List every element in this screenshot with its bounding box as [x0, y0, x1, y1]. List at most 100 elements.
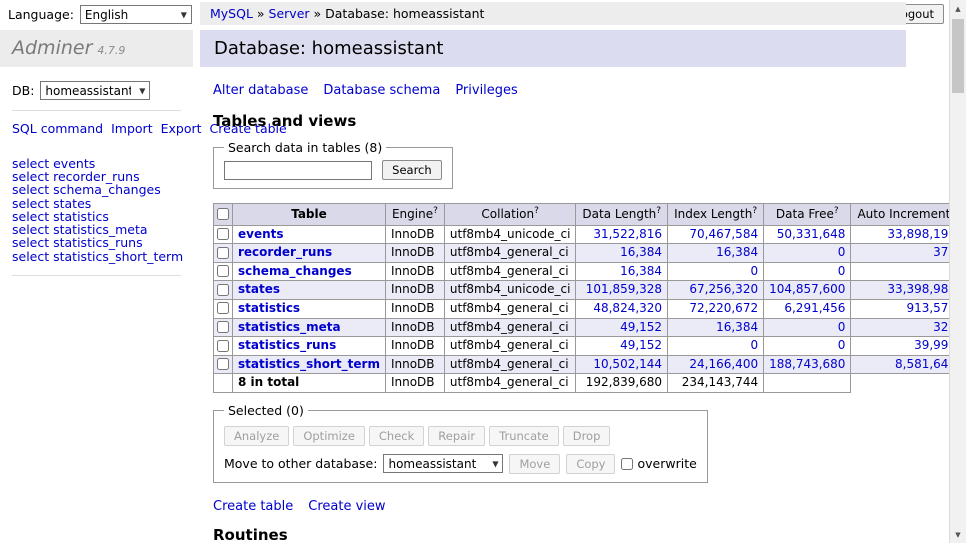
table-name-link[interactable]: schema_changes — [238, 264, 352, 278]
table-name-link[interactable]: statistics_short_term — [238, 357, 380, 371]
data-free-link[interactable]: 50,331,648 — [777, 227, 846, 241]
sidebar-table-link[interactable]: select statistics — [12, 210, 181, 223]
data-length-link[interactable]: 101,859,328 — [586, 282, 662, 296]
table-name-link[interactable]: states — [238, 282, 280, 296]
sidebar-table-link[interactable]: select statistics_meta — [12, 223, 181, 236]
data-free-link[interactable]: 104,857,600 — [769, 282, 845, 296]
sidebar-table-link[interactable]: select states — [12, 197, 181, 210]
table-name-link[interactable]: statistics — [238, 301, 300, 315]
data-length-cell: 101,859,328 — [576, 281, 668, 300]
sidebar-table-link[interactable]: select statistics_runs — [12, 236, 181, 249]
data-length-link[interactable]: 16,384 — [620, 245, 662, 259]
move-row: Move to other database: homeassistant ▼ … — [224, 454, 697, 474]
data-free-link[interactable]: 0 — [838, 264, 846, 278]
sidebar-table-link[interactable]: select statistics_short_term — [12, 250, 181, 263]
check-button[interactable]: Check — [369, 426, 424, 446]
data-length-link[interactable]: 16,384 — [620, 264, 662, 278]
index-length-link[interactable]: 0 — [750, 264, 758, 278]
auto-increment-cell: 39,999 — [851, 337, 962, 356]
data-length-link[interactable]: 49,152 — [620, 320, 662, 334]
data-length-link[interactable]: 49,152 — [620, 338, 662, 352]
table-name-link[interactable]: statistics_runs — [238, 338, 336, 352]
link-database-schema[interactable]: Database schema — [323, 83, 440, 98]
menu-link-export[interactable]: Export — [161, 121, 202, 136]
table-name-link[interactable]: statistics_meta — [238, 320, 341, 334]
table-name-cell: recorder_runs — [233, 244, 386, 263]
scroll-up-icon[interactable]: ▲ — [950, 0, 966, 17]
drop-button[interactable]: Drop — [563, 426, 611, 446]
data-free-link[interactable]: 0 — [838, 245, 846, 259]
auto-increment-cell: 6 — [851, 262, 962, 281]
language-label: Language: — [8, 7, 74, 22]
optimize-button[interactable]: Optimize — [293, 426, 365, 446]
index-length-link[interactable]: 24,166,400 — [689, 357, 758, 371]
move-db-select[interactable]: homeassistant — [383, 454, 503, 473]
scrollbar-thumb[interactable] — [952, 19, 964, 93]
analyze-button[interactable]: Analyze — [224, 426, 289, 446]
row-checkbox[interactable] — [217, 228, 229, 240]
index-length-link[interactable]: 72,220,672 — [689, 301, 758, 315]
total-data-free-cell — [764, 374, 851, 393]
scroll-down-icon[interactable]: ▼ — [950, 526, 966, 543]
data-free-link[interactable]: 6,291,456 — [784, 301, 845, 315]
data-free-link[interactable]: 0 — [838, 338, 846, 352]
sidebar-table-link[interactable]: select events — [12, 157, 181, 170]
data-free-link[interactable]: 188,743,680 — [769, 357, 845, 371]
link-create-view[interactable]: Create view — [308, 499, 385, 514]
index-length-link[interactable]: 16,384 — [716, 320, 758, 334]
index-length-cell: 70,467,584 — [668, 225, 764, 244]
link-privileges[interactable]: Privileges — [455, 83, 518, 98]
move-button[interactable]: Move — [509, 454, 560, 474]
data-free-link[interactable]: 0 — [838, 320, 846, 334]
data-length-link[interactable]: 48,824,320 — [593, 301, 662, 315]
data-length-link[interactable]: 10,502,144 — [593, 357, 662, 371]
index-length-link[interactable]: 0 — [750, 338, 758, 352]
tables-list-head: TableEngine?Collation?Data Length?Index … — [214, 204, 966, 226]
breadcrumb-link[interactable]: MySQL — [210, 6, 253, 21]
truncate-button[interactable]: Truncate — [489, 426, 559, 446]
copy-button[interactable]: Copy — [566, 454, 615, 474]
data-length-link[interactable]: 31,522,816 — [593, 227, 662, 241]
row-checkbox[interactable] — [217, 358, 229, 370]
menu-link-sql-command[interactable]: SQL command — [12, 121, 103, 136]
auto-increment-link[interactable]: 33,898,196 — [887, 227, 956, 241]
table-name-link[interactable]: recorder_runs — [238, 245, 332, 259]
help-icon[interactable]: ? — [752, 206, 757, 216]
repair-button[interactable]: Repair — [428, 426, 485, 446]
db-select[interactable]: homeassistant — [40, 81, 150, 100]
link-alter-database[interactable]: Alter database — [213, 83, 308, 98]
row-checkbox[interactable] — [217, 302, 229, 314]
table-name-link[interactable]: events — [238, 227, 284, 241]
select-all-checkbox[interactable] — [217, 208, 229, 220]
column-header-data-free: Data Free? — [764, 204, 851, 226]
row-checkbox[interactable] — [217, 247, 229, 259]
sidebar-table-link[interactable]: select schema_changes — [12, 183, 181, 196]
row-checkbox[interactable] — [217, 284, 229, 296]
row-checkbox[interactable] — [217, 265, 229, 277]
scrollbar[interactable]: ▲ ▼ — [949, 0, 966, 543]
auto-increment-link[interactable]: 8,581,645 — [895, 357, 956, 371]
help-icon[interactable]: ? — [534, 206, 539, 216]
help-icon[interactable]: ? — [656, 206, 661, 216]
help-icon[interactable]: ? — [834, 206, 839, 216]
index-length-link[interactable]: 70,467,584 — [689, 227, 758, 241]
language-select[interactable]: English — [80, 5, 192, 24]
row-checkbox[interactable] — [217, 340, 229, 352]
overwrite-checkbox[interactable] — [621, 458, 633, 470]
table-name-cell: statistics_short_term — [233, 355, 386, 374]
help-icon[interactable]: ? — [433, 206, 438, 216]
sidebar-table-link[interactable]: select recorder_runs — [12, 170, 181, 183]
search-input[interactable] — [224, 161, 372, 180]
menu-link-import[interactable]: Import — [111, 121, 153, 136]
breadcrumb: MySQL » Server » Database: homeassistant — [200, 2, 906, 25]
breadcrumb-link[interactable]: Server — [269, 6, 310, 21]
row-checkbox[interactable] — [217, 321, 229, 333]
checkbox-cell — [214, 281, 233, 300]
link-create-table[interactable]: Create table — [213, 499, 293, 514]
collation-cell: utf8mb4_general_ci — [444, 318, 576, 337]
index-length-link[interactable]: 67,256,320 — [689, 282, 758, 296]
table-row: statistics_runsInnoDButf8mb4_general_ci4… — [214, 337, 966, 356]
index-length-link[interactable]: 16,384 — [716, 245, 758, 259]
auto-increment-link[interactable]: 33,398,984 — [887, 282, 956, 296]
search-button[interactable]: Search — [382, 160, 442, 180]
